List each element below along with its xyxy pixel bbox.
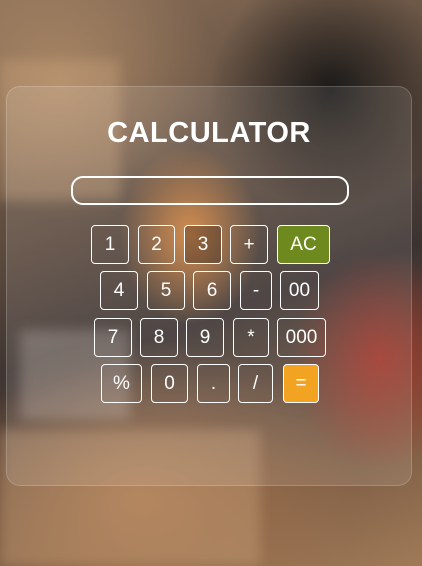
key-percent[interactable]: % (101, 364, 142, 403)
key-9[interactable]: 9 (186, 318, 224, 357)
key-triple-zero[interactable]: 000 (277, 318, 326, 357)
key-plus[interactable]: + (230, 225, 268, 264)
calculator-card: CALCULATOR 1 2 3 + AC 4 5 6 - 00 7 8 9 *… (6, 86, 412, 486)
key-0[interactable]: 0 (151, 364, 188, 403)
key-multiply[interactable]: * (233, 318, 269, 357)
calculator-title: CALCULATOR (107, 117, 311, 149)
key-5[interactable]: 5 (147, 271, 185, 310)
key-8[interactable]: 8 (140, 318, 178, 357)
key-4[interactable]: 4 (100, 271, 138, 310)
key-double-zero[interactable]: 00 (280, 271, 319, 310)
key-clear[interactable]: AC (277, 225, 330, 264)
key-2[interactable]: 2 (138, 225, 175, 264)
calculator-display[interactable] (71, 176, 349, 205)
key-decimal[interactable]: . (197, 364, 230, 403)
key-6[interactable]: 6 (193, 271, 231, 310)
key-minus[interactable]: - (240, 271, 272, 310)
key-1[interactable]: 1 (91, 225, 129, 264)
key-7[interactable]: 7 (94, 318, 132, 357)
key-3[interactable]: 3 (184, 225, 222, 264)
key-equals[interactable]: = (283, 364, 319, 403)
key-divide[interactable]: / (238, 364, 273, 403)
